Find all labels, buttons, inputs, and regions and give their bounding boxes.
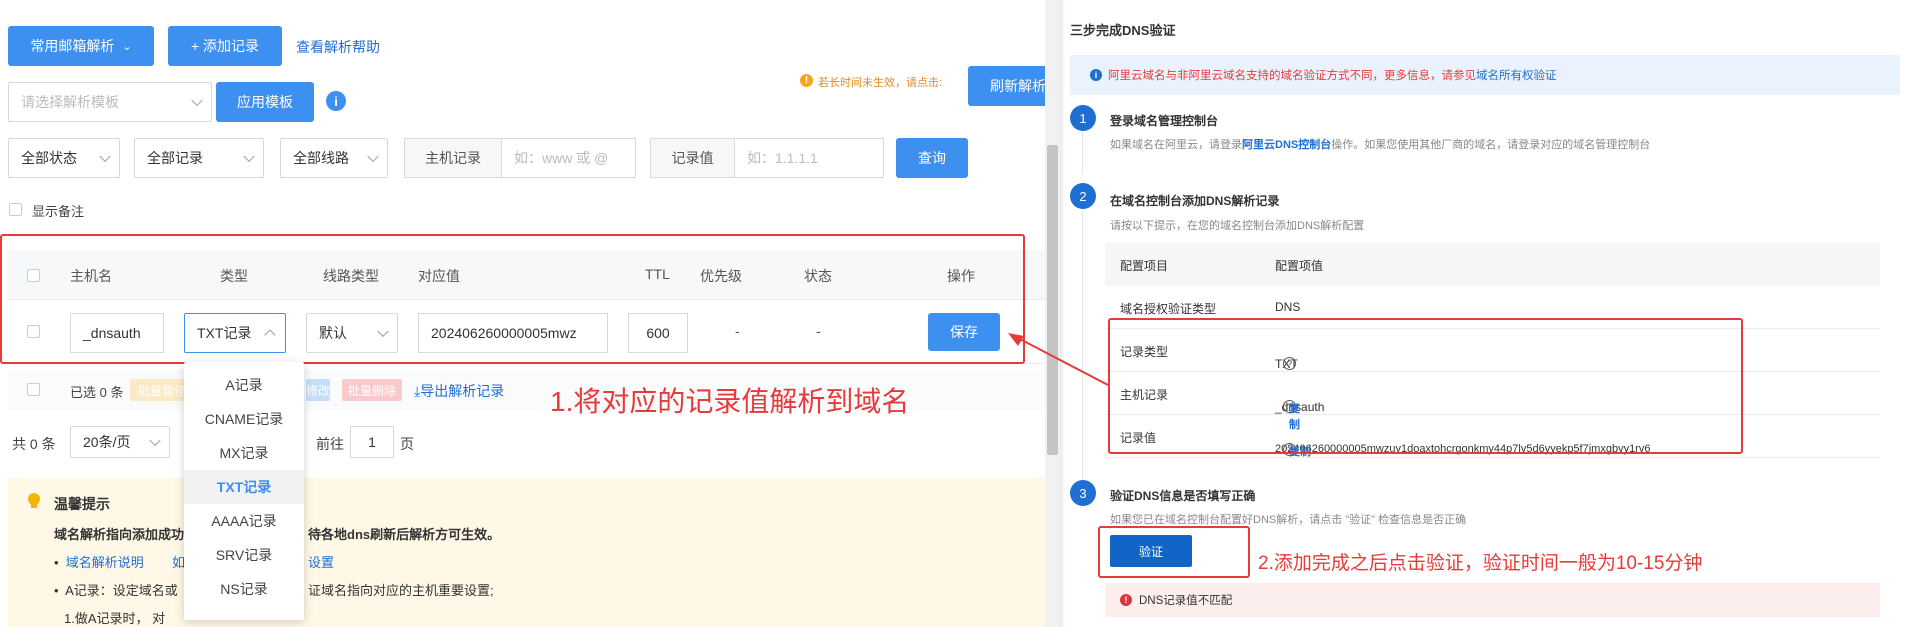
annotation-arrow xyxy=(1008,333,1109,386)
